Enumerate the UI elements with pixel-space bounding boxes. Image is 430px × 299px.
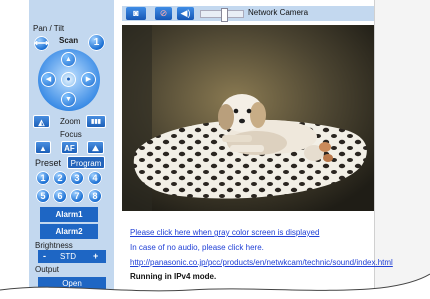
camera-image: [122, 25, 374, 211]
scan-label: Scan: [59, 36, 79, 45]
brightness-label: Brightness: [35, 241, 73, 250]
person-icon: ▲: [39, 144, 47, 153]
home-button[interactable]: ●: [61, 72, 76, 87]
right-side-panel: [374, 0, 430, 299]
arrow-up-icon: ▲: [65, 56, 72, 63]
brightness-minus-button[interactable]: -: [43, 250, 46, 263]
camera-page: Pan / Tilt ⟷ Scan 1 ▲ ◀ ● ▶ ▼ ◭ Zoom ▮▮▮…: [0, 0, 430, 299]
direction-pad: ▲ ◀ ● ▶ ▼: [38, 49, 100, 111]
home-icon: ●: [66, 76, 71, 83]
mute-button[interactable]: ⊘: [155, 7, 172, 20]
preset-7-button[interactable]: 7: [70, 189, 84, 203]
autofocus-button[interactable]: AF: [61, 141, 78, 154]
zoom-wide-button[interactable]: ◭: [33, 115, 50, 128]
scan-right-button[interactable]: 1: [88, 34, 105, 51]
preset-1-button[interactable]: 1: [36, 171, 50, 185]
brightness-plus-button[interactable]: +: [93, 250, 98, 263]
zoom-label: Zoom: [60, 117, 81, 126]
camera-icon: ◙: [133, 8, 139, 18]
preset-8-button[interactable]: 8: [88, 189, 102, 203]
no-audio-link[interactable]: In case of no audio, please click here.: [130, 243, 264, 252]
live-video-image: [122, 25, 374, 211]
preset-5-button[interactable]: 5: [36, 189, 50, 203]
speaker-icon: ◀): [180, 8, 191, 18]
preset-6-button[interactable]: 6: [53, 189, 67, 203]
mountain-icon: ⛰: [92, 144, 99, 153]
brightness-value: STD: [60, 252, 76, 261]
arrow-left-icon: ◀: [45, 76, 52, 83]
preset-3-button[interactable]: 3: [70, 171, 84, 185]
tilt-down-button[interactable]: ▼: [61, 92, 76, 107]
top-toolbar: ◙ ⊘ ◀) Network Camera: [122, 6, 374, 22]
speaker-button[interactable]: ◀): [177, 7, 194, 20]
volume-slider[interactable]: [200, 8, 244, 22]
arrow-right-icon: ▶: [85, 76, 92, 83]
gray-screen-link[interactable]: Please click here when gray color screen…: [130, 228, 319, 237]
no-audio-icon: ⊘: [159, 8, 168, 18]
preset-4-button[interactable]: 4: [88, 171, 102, 185]
alarm2-button[interactable]: Alarm2: [40, 224, 98, 239]
pan-left-button[interactable]: ◀: [41, 72, 56, 87]
program-button[interactable]: Program: [67, 156, 105, 169]
scan-left-icon: ⟷: [34, 38, 49, 49]
scan-right-icon: 1: [93, 37, 100, 48]
focus-far-button[interactable]: ⛰: [87, 141, 104, 154]
pan-right-button[interactable]: ▶: [81, 72, 96, 87]
tilt-up-button[interactable]: ▲: [61, 52, 76, 67]
preset-label: Preset: [35, 158, 62, 168]
brightness-control: - STD +: [38, 250, 106, 263]
alarm1-button[interactable]: Alarm1: [40, 207, 98, 222]
preset-2-button[interactable]: 2: [53, 171, 67, 185]
snapshot-button[interactable]: ◙: [126, 7, 146, 20]
torn-edge-decoration: [0, 273, 430, 299]
zoom-wide-icon: ◭: [38, 118, 45, 127]
zoom-tele-button[interactable]: ▮▮▮: [86, 115, 106, 128]
arrow-down-icon: ▼: [65, 96, 72, 103]
focus-label: Focus: [60, 130, 82, 139]
pan-tilt-label: Pan / Tilt: [33, 24, 65, 33]
focus-near-button[interactable]: ▲: [35, 141, 51, 154]
zoom-tele-icon: ▮▮▮: [91, 119, 101, 125]
volume-slider-icon[interactable]: [221, 8, 228, 22]
page-title: Network Camera: [248, 8, 309, 17]
sound-info-link[interactable]: http://panasonic.co.jp/pcc/products/en/n…: [130, 258, 393, 267]
scan-left-button[interactable]: ⟷: [34, 36, 49, 51]
